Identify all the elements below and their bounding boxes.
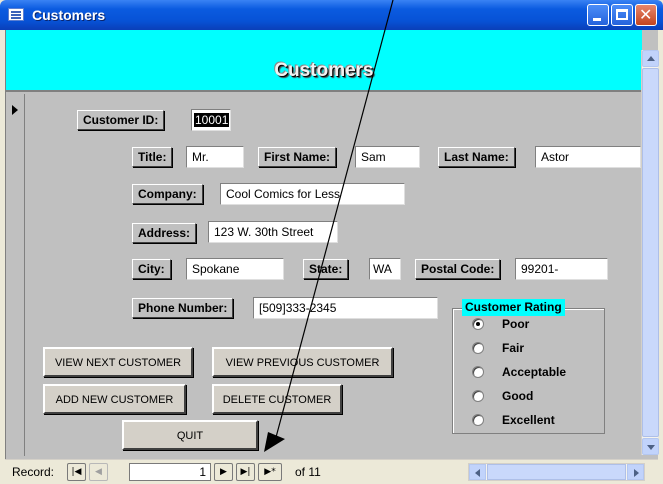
arrow-up-icon xyxy=(647,56,655,61)
phone-field[interactable]: [509]333-2345 xyxy=(253,297,438,319)
title-label: Title: xyxy=(132,147,173,167)
close-icon: ✕ xyxy=(639,5,653,24)
form-header: Customers xyxy=(6,30,642,92)
rating-excellent-radio[interactable] xyxy=(472,414,484,426)
address-field[interactable]: 123 W. 30th Street xyxy=(208,221,338,243)
new-record-button[interactable]: ▶* xyxy=(258,463,282,481)
maximize-button[interactable] xyxy=(611,4,633,26)
minimize-icon xyxy=(593,18,601,21)
rating-fair-radio[interactable] xyxy=(472,342,484,354)
state-label: State: xyxy=(303,259,349,279)
rating-excellent-label: Excellent xyxy=(502,413,555,427)
rating-fair-label: Fair xyxy=(502,341,525,355)
quit-button[interactable]: QUIT xyxy=(122,420,258,450)
view-previous-customer-button[interactable]: VIEW PREVIOUS CUSTOMER xyxy=(212,347,393,377)
scroll-right-button[interactable] xyxy=(627,464,644,480)
customer-id-field[interactable]: 10001 xyxy=(191,109,231,131)
record-navigation-bar: Record: |◀ ◀ 1 ▶ ▶| ▶* of 11 xyxy=(5,459,658,484)
first-name-field[interactable]: Sam xyxy=(355,146,420,168)
city-field[interactable]: Spokane xyxy=(186,258,284,280)
delete-customer-button[interactable]: DELETE CUSTOMER xyxy=(212,384,342,414)
next-record-button[interactable]: ▶ xyxy=(214,463,233,481)
rating-acceptable-label: Acceptable xyxy=(502,365,567,379)
record-selector[interactable] xyxy=(6,94,25,456)
phone-label: Phone Number: xyxy=(132,298,234,318)
customer-id-label: Customer ID: xyxy=(77,110,165,130)
rating-acceptable-radio[interactable] xyxy=(472,366,484,378)
company-field[interactable]: Cool Comics for Less xyxy=(220,183,405,205)
customer-id-value: 10001 xyxy=(194,113,230,127)
rating-good-label: Good xyxy=(502,389,534,403)
rating-poor-radio[interactable] xyxy=(472,318,484,330)
state-field[interactable]: WA xyxy=(369,258,401,280)
vertical-scrollbar[interactable] xyxy=(641,50,659,455)
first-record-button[interactable]: |◀ xyxy=(67,463,86,481)
record-count: of 11 xyxy=(295,465,321,479)
postal-code-field[interactable]: 99201- xyxy=(515,258,608,280)
close-button[interactable]: ✕ xyxy=(635,4,657,26)
customer-rating-label: Customer Rating xyxy=(462,299,565,316)
first-name-label: First Name: xyxy=(258,147,337,167)
view-next-customer-button[interactable]: VIEW NEXT CUSTOMER xyxy=(43,347,193,377)
arrow-right-icon xyxy=(634,469,639,477)
record-label: Record: xyxy=(12,465,55,479)
scroll-down-button[interactable] xyxy=(642,438,659,455)
current-record-icon xyxy=(12,105,18,115)
horizontal-scroll-thumb[interactable] xyxy=(487,464,626,480)
last-record-button[interactable]: ▶| xyxy=(236,463,255,481)
postal-code-label: Postal Code: xyxy=(415,259,501,279)
previous-record-button[interactable]: ◀ xyxy=(89,463,108,481)
add-new-customer-button[interactable]: ADD NEW CUSTOMER xyxy=(43,384,186,414)
rating-poor-label: Poor xyxy=(502,317,530,331)
window-title: Customers xyxy=(32,7,106,23)
rating-good-radio[interactable] xyxy=(472,390,484,402)
arrow-down-icon xyxy=(647,445,655,450)
customers-window: Customers ✕ Customers Customer ID: 10001… xyxy=(0,0,663,484)
form-icon xyxy=(8,8,24,21)
scroll-left-button[interactable] xyxy=(469,464,486,480)
company-label: Company: xyxy=(132,184,203,204)
last-name-field[interactable]: Astor xyxy=(535,146,641,168)
record-number-field[interactable]: 1 xyxy=(129,463,211,481)
address-label: Address: xyxy=(132,223,197,243)
title-field[interactable]: Mr. xyxy=(186,146,244,168)
arrow-left-icon xyxy=(475,469,480,477)
scroll-thumb[interactable] xyxy=(642,68,659,437)
city-label: City: xyxy=(132,259,171,279)
maximize-icon xyxy=(616,9,628,20)
title-bar[interactable]: Customers ✕ xyxy=(0,0,663,30)
horizontal-scrollbar[interactable] xyxy=(468,463,645,481)
last-name-label: Last Name: xyxy=(438,147,515,167)
form-title: Customers xyxy=(274,60,374,81)
scroll-up-button[interactable] xyxy=(642,50,659,67)
minimize-button[interactable] xyxy=(587,4,609,26)
